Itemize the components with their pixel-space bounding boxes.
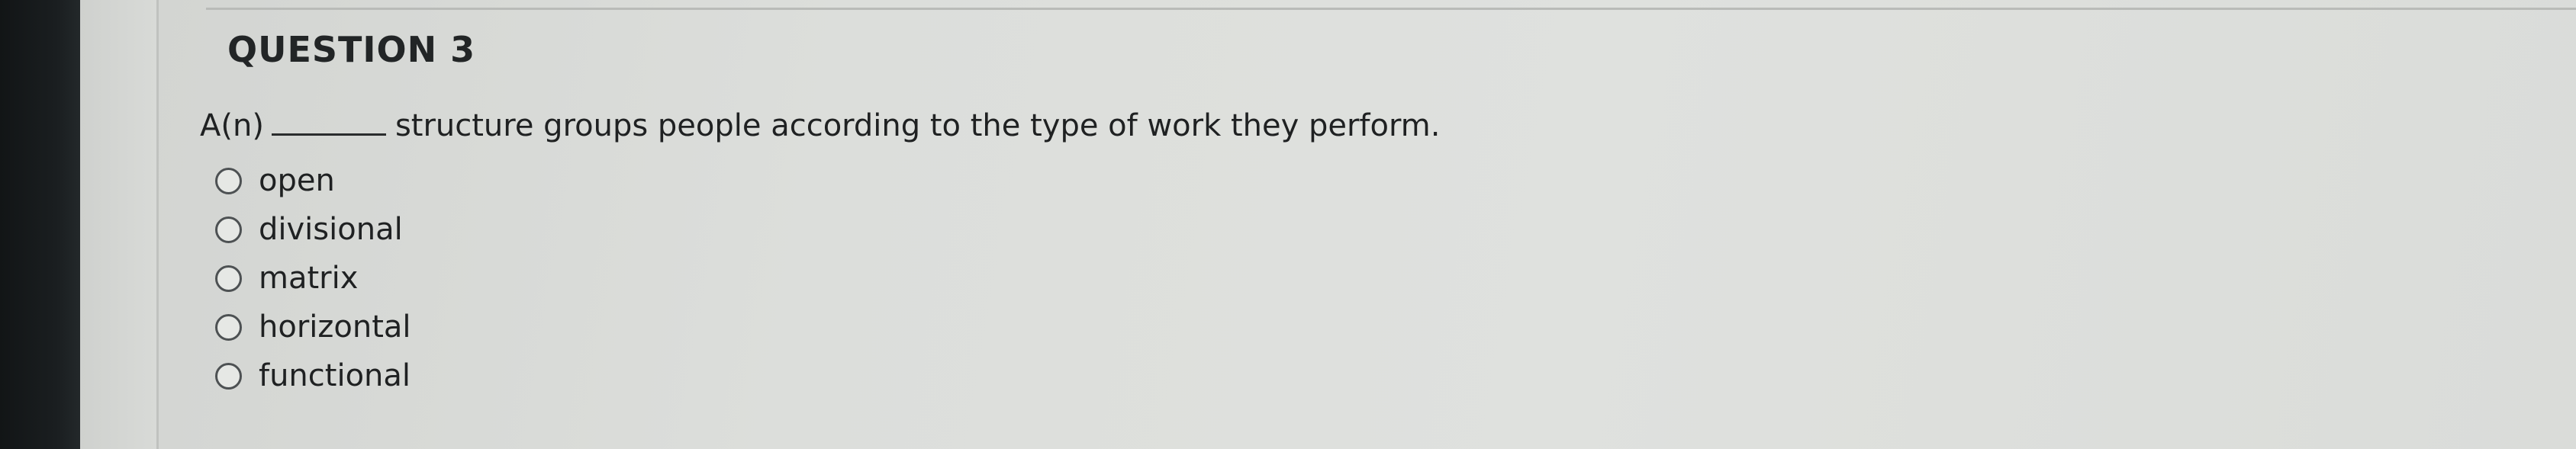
question-prompt: A(n) structure groups people according to…	[200, 108, 1440, 143]
option-label: functional	[259, 358, 411, 393]
option-matrix[interactable]: matrix	[215, 254, 411, 303]
radio-button-icon[interactable]	[215, 313, 242, 341]
question-title: QUESTION 3	[227, 29, 476, 70]
prompt-suffix: structure groups people according to the…	[394, 108, 1441, 143]
prompt-prefix: A(n)	[200, 108, 264, 143]
answer-options: open divisional matrix horizontal functi…	[215, 156, 411, 400]
option-open[interactable]: open	[215, 156, 411, 205]
option-functional[interactable]: functional	[215, 351, 411, 400]
option-label: horizontal	[259, 309, 411, 345]
monitor-bezel	[0, 0, 80, 449]
option-label: open	[259, 163, 335, 198]
fill-in-blank	[271, 111, 386, 136]
radio-button-icon[interactable]	[215, 167, 242, 194]
option-label: divisional	[259, 212, 403, 247]
option-label: matrix	[259, 261, 359, 296]
radio-button-icon[interactable]	[215, 362, 242, 390]
option-divisional[interactable]: divisional	[215, 205, 411, 254]
divider	[206, 8, 2576, 10]
left-panel	[80, 0, 159, 449]
radio-button-icon[interactable]	[215, 265, 242, 292]
radio-button-icon[interactable]	[215, 216, 242, 243]
option-horizontal[interactable]: horizontal	[215, 303, 411, 351]
